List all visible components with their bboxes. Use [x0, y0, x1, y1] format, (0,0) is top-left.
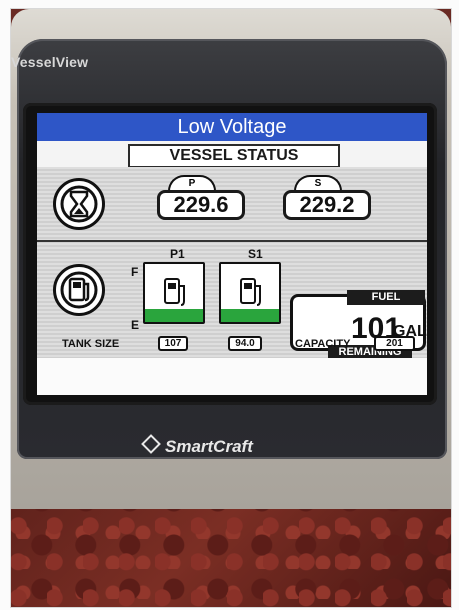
tank-s1-fuel-icon [240, 278, 261, 306]
port-voltage-dome: P [168, 175, 216, 191]
starboard-voltage-dome: S [294, 175, 342, 191]
screen-frame: Low Voltage VESSEL STATUS P 229.6 S 229.… [23, 103, 437, 405]
vesselview-device: VesselView Low Voltage VESSEL STATUS P 2… [11, 9, 451, 509]
device-brand: VesselView [11, 54, 89, 70]
screen-lower-area [37, 358, 427, 395]
tank-s1 [219, 262, 281, 324]
empty-marker: E [131, 318, 140, 332]
starboard-voltage-value: 229.2 [283, 190, 371, 220]
port-voltage-value: 229.6 [157, 190, 245, 220]
diamond-icon [141, 434, 161, 454]
fuel-label: FUEL [347, 290, 425, 305]
section-divider [37, 240, 427, 242]
fuel-indicator-icon [53, 264, 105, 316]
tank-p1-fuel-icon [164, 278, 185, 306]
starboard-voltage-label: S [314, 178, 322, 189]
alert-title: Low Voltage [37, 113, 427, 141]
footer-brand: SmartCraft [141, 434, 253, 457]
tank-s1-level [221, 309, 279, 322]
port-voltage-label: P [188, 178, 196, 189]
voltage-indicator-icon [53, 178, 105, 230]
footer-brand-text: SmartCraft [165, 437, 253, 456]
tank-label-s1: S1 [248, 247, 263, 261]
hourglass-icon [60, 185, 98, 223]
vessel-status-title: VESSEL STATUS [128, 144, 340, 168]
tank-size-p1: 107 [158, 336, 188, 351]
tank-label-p1: P1 [170, 247, 185, 261]
tank-size-label: TANK SIZE [62, 338, 120, 350]
tank-p1-level [145, 309, 203, 322]
capacity-label: CAPACITY [295, 338, 351, 350]
photo-frame: VesselView Low Voltage VESSEL STATUS P 2… [10, 8, 452, 608]
tank-size-s1: 94.0 [228, 336, 262, 351]
full-marker: F [131, 265, 139, 279]
capacity-value: 201 [374, 336, 415, 351]
fuel-pump-icon [60, 271, 98, 309]
display-screen: Low Voltage VESSEL STATUS P 229.6 S 229.… [37, 113, 427, 395]
tank-p1 [143, 262, 205, 324]
